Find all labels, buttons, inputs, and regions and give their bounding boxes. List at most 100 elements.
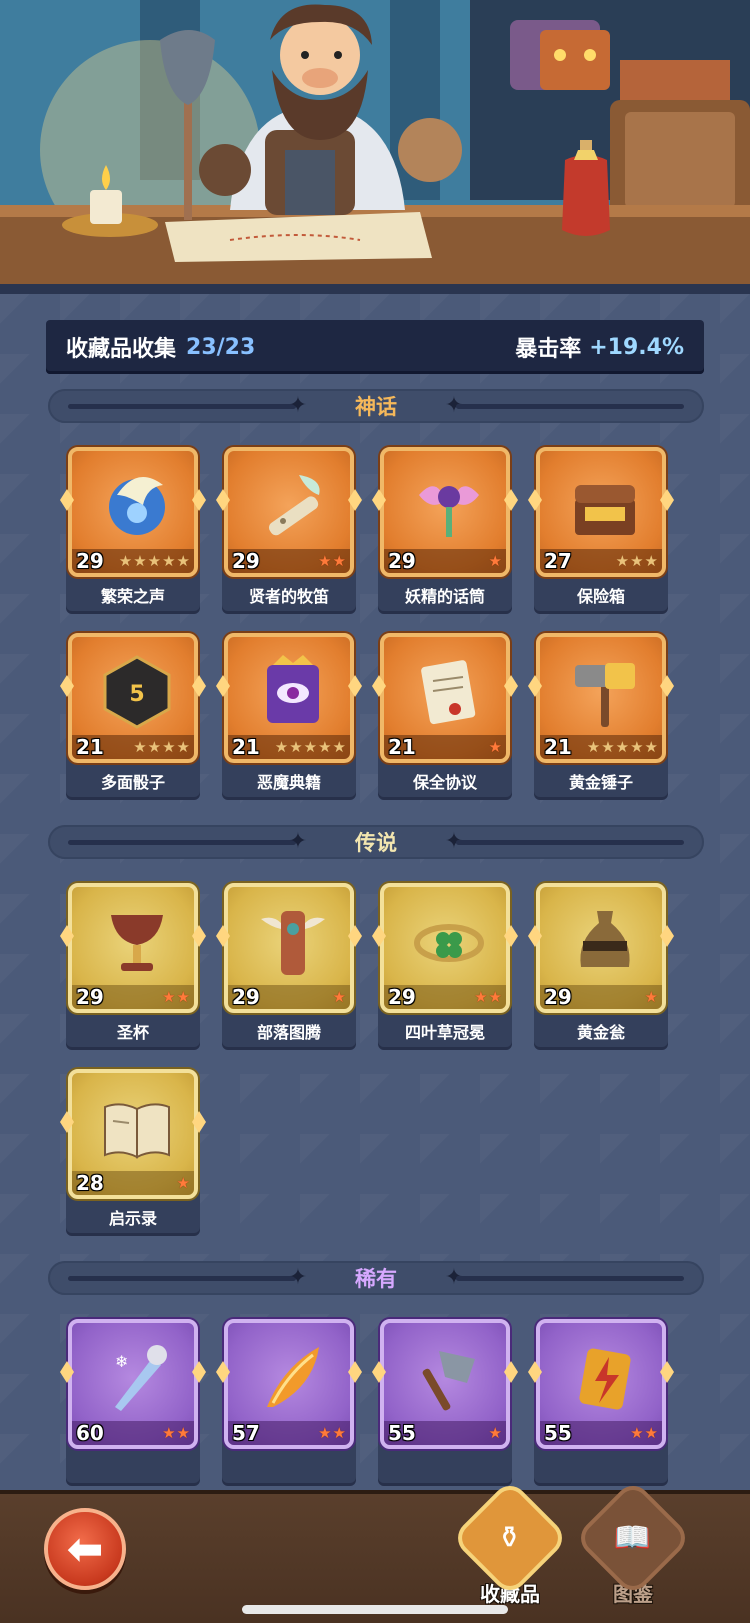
star-icon: ★ <box>488 552 502 570</box>
star-icon: ★ <box>133 738 147 756</box>
star-icon: ★ <box>289 738 303 756</box>
section-header-legend: ✦ 传说 ✦ <box>48 825 704 859</box>
codex-tab-icon: 📖 <box>579 1484 687 1592</box>
treasure-chest-icon <box>575 485 635 535</box>
collectible-card[interactable]: 部落图腾 29 ★ <box>216 883 362 1053</box>
section-header-mythic: ✦ 神话 ✦ <box>48 389 704 423</box>
star-icon: ★ <box>644 988 658 1006</box>
golden-hammer-icon <box>575 663 635 727</box>
level-strip: 57 ★ ★ <box>228 1421 350 1445</box>
collection-title: 收藏品收集 <box>66 337 177 362</box>
collectible-card[interactable]: 55 ★ ★ <box>528 1319 674 1489</box>
level-strip: 29 ★ <box>384 549 506 573</box>
collectible-card[interactable]: 保险箱 27 ★ ★ ★ <box>528 447 674 617</box>
star-icon: ★ <box>644 738 658 756</box>
collectible-card[interactable]: 恶魔典籍 21 ★ ★ ★ ★ ★ <box>216 633 362 803</box>
collectible-level: 55 <box>388 1421 416 1445</box>
collectible-card[interactable]: 繁荣之声 29 ★ ★ ★ ★ ★ <box>60 447 206 617</box>
collectible-name: 黄金瓮 <box>576 1023 625 1042</box>
star-icon: ★ <box>601 738 615 756</box>
collectible-level: 55 <box>544 1421 572 1445</box>
collectible-level: 29 <box>232 549 260 573</box>
level-strip: 27 ★ ★ ★ <box>540 549 662 573</box>
collectible-card[interactable]: 贤者的牧笛 29 ★ ★ <box>216 447 362 617</box>
star-icon: ★ <box>176 988 190 1006</box>
collectible-level: 29 <box>76 985 104 1009</box>
level-strip: 21 ★ ★ ★ ★ ★ <box>540 735 662 759</box>
collectible-card[interactable]: 启示录 28 ★ <box>60 1069 206 1239</box>
collectible-card[interactable]: 57 ★ ★ <box>216 1319 362 1489</box>
star-icon: ★ <box>488 1424 502 1442</box>
tab-collectibles[interactable]: ⚱ 收藏品 <box>455 1484 565 1614</box>
collectible-frame: 55 ★ ★ <box>536 1319 666 1449</box>
clover-crown-icon <box>414 924 484 962</box>
star-icon: ★ <box>586 738 601 756</box>
collectible-frame: 55 ★ <box>380 1319 510 1449</box>
moon-shell-icon <box>109 477 165 535</box>
flute-icon <box>268 475 320 536</box>
star-rating: ★ ★ ★ ★ ★ <box>587 739 658 755</box>
collectible-card[interactable]: 多面骰子 5 21 ★ ★ ★ ★ <box>60 633 206 803</box>
star-rating: ★ ★ <box>162 1425 190 1441</box>
level-strip: 29 ★ ★ <box>384 985 506 1009</box>
collectible-frame: ❄ 60 ★ ★ <box>68 1319 198 1449</box>
crit-rate-label: 暴击率 <box>515 337 582 362</box>
collectible-card[interactable]: 黄金锤子 21 ★ ★ ★ ★ ★ <box>528 633 674 803</box>
collectible-card[interactable]: ❄ 60 ★ ★ <box>60 1319 206 1489</box>
star-icon: ★ <box>318 1424 332 1442</box>
star-icon: ★ <box>162 1424 176 1442</box>
collectible-card[interactable]: 圣杯 29 ★ ★ <box>60 883 206 1053</box>
sparkle-icon: ✦ <box>288 829 308 854</box>
collection-panel[interactable]: 收藏品收集 23/23 暴击率 +19.4% ✦ 神话 ✦ ✦ 传说 ✦ ✦ 稀… <box>0 294 750 1490</box>
phoenix-feather-icon <box>267 1347 319 1407</box>
star-rating: ★ ★ <box>474 989 502 1005</box>
collectible-level: 29 <box>544 985 572 1009</box>
sparkle-icon: ✦ <box>288 393 308 418</box>
lightning-card-icon <box>579 1348 631 1410</box>
back-button[interactable]: ⬅ <box>44 1508 126 1590</box>
section-title-rare: 稀有 <box>355 1267 397 1291</box>
star-icon: ★ <box>176 552 190 570</box>
dice-icon: 5 <box>103 655 171 729</box>
collectible-name: 四叶草冠冕 <box>404 1023 485 1042</box>
level-strip: 55 ★ <box>384 1421 506 1445</box>
star-rating: ★ <box>489 739 502 755</box>
star-icon: ★ <box>615 552 630 570</box>
collectible-card[interactable]: 55 ★ <box>372 1319 518 1489</box>
collectible-level: 29 <box>232 985 260 1009</box>
collectible-card[interactable]: 保全协议 21 ★ <box>372 633 518 803</box>
star-icon: ★ <box>133 552 147 570</box>
star-icon: ★ <box>147 552 162 570</box>
star-rating: ★ ★ ★ ★ ★ <box>275 739 346 755</box>
collectible-frame: 5 21 ★ ★ ★ ★ <box>68 633 198 763</box>
star-rating: ★ <box>489 553 502 569</box>
star-rating: ★ ★ <box>318 1425 346 1441</box>
collectible-level: 60 <box>76 1421 104 1445</box>
collectible-frame: 29 ★ ★ <box>224 447 354 577</box>
collectible-level: 28 <box>76 1171 104 1195</box>
tab-codex[interactable]: 📖 图鉴 <box>578 1484 688 1614</box>
star-rating: ★ <box>333 989 346 1005</box>
star-rating: ★ ★ ★ ★ <box>133 739 190 755</box>
level-strip: 29 ★ ★ <box>72 985 194 1009</box>
fairy-microphone-icon <box>419 486 479 537</box>
contract-scroll-icon <box>421 660 476 725</box>
collectible-frame: 21 ★ ★ ★ ★ ★ <box>536 633 666 763</box>
star-icon: ★ <box>118 552 133 570</box>
star-icon: ★ <box>332 738 346 756</box>
demon-book-icon <box>267 655 319 723</box>
star-icon: ★ <box>162 552 176 570</box>
chest-icon: ⚱ <box>497 1520 523 1556</box>
section-divider-right <box>456 1276 684 1281</box>
collectible-card[interactable]: 四叶草冠冕 29 ★ ★ <box>372 883 518 1053</box>
collectible-card[interactable]: 黄金瓮 29 ★ <box>528 883 674 1053</box>
collectible-frame: 29 ★ ★ ★ ★ ★ <box>68 447 198 577</box>
star-rating: ★ <box>177 1175 190 1191</box>
header-divider <box>0 284 750 294</box>
chalice-icon <box>111 915 163 971</box>
star-icon: ★ <box>644 1424 658 1442</box>
collectible-card[interactable]: 妖精的话筒 29 ★ <box>372 447 518 617</box>
dwarf-merchant-scene <box>0 0 750 288</box>
section-title-mythic: 神话 <box>355 395 397 419</box>
star-icon: ★ <box>644 552 658 570</box>
